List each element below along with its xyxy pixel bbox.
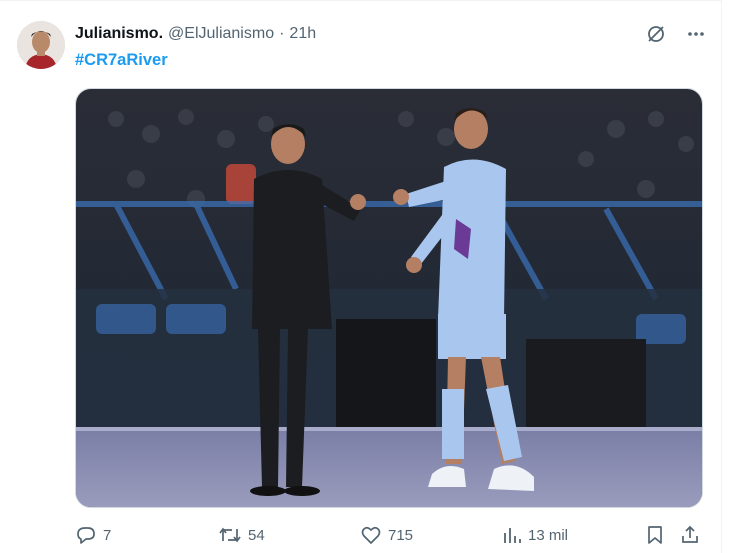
share-icon [682, 525, 698, 543]
bookmark-button[interactable] [645, 521, 665, 549]
tweet-card[interactable]: Julianismo. @ElJulianismo · 21h #CR7aRiv… [0, 0, 722, 553]
display-name[interactable]: Julianismo. [75, 25, 163, 43]
reply-button[interactable]: 7 [75, 521, 111, 549]
like-button[interactable]: 715 [360, 521, 413, 549]
views-icon [504, 528, 521, 543]
tweet-actions: 7 54 715 13 mil [75, 521, 705, 549]
bookmark-icon [648, 526, 662, 544]
tweet-header: Julianismo. @ElJulianismo · 21h [75, 23, 316, 45]
timestamp[interactable]: 21h [289, 25, 316, 43]
like-count: 715 [388, 526, 414, 544]
tweet-top-actions [645, 23, 707, 45]
tweet-photo[interactable] [75, 88, 703, 508]
views-button[interactable]: 13 mil [502, 521, 568, 549]
retweet-icon [219, 527, 241, 543]
separator-dot: · [279, 25, 285, 42]
more-icon[interactable] [685, 23, 707, 45]
retweet-count: 54 [248, 526, 265, 544]
reply-icon [77, 527, 95, 544]
avatar[interactable] [17, 21, 65, 69]
retweet-button[interactable]: 54 [218, 521, 265, 549]
share-button[interactable] [680, 521, 700, 549]
views-count: 13 mil [528, 526, 569, 544]
heart-icon [361, 526, 381, 544]
user-handle[interactable]: @ElJulianismo [168, 25, 274, 43]
hashtag-link[interactable]: #CR7aRiver [75, 51, 168, 70]
grok-icon[interactable] [645, 23, 667, 45]
reply-count: 7 [103, 526, 112, 544]
